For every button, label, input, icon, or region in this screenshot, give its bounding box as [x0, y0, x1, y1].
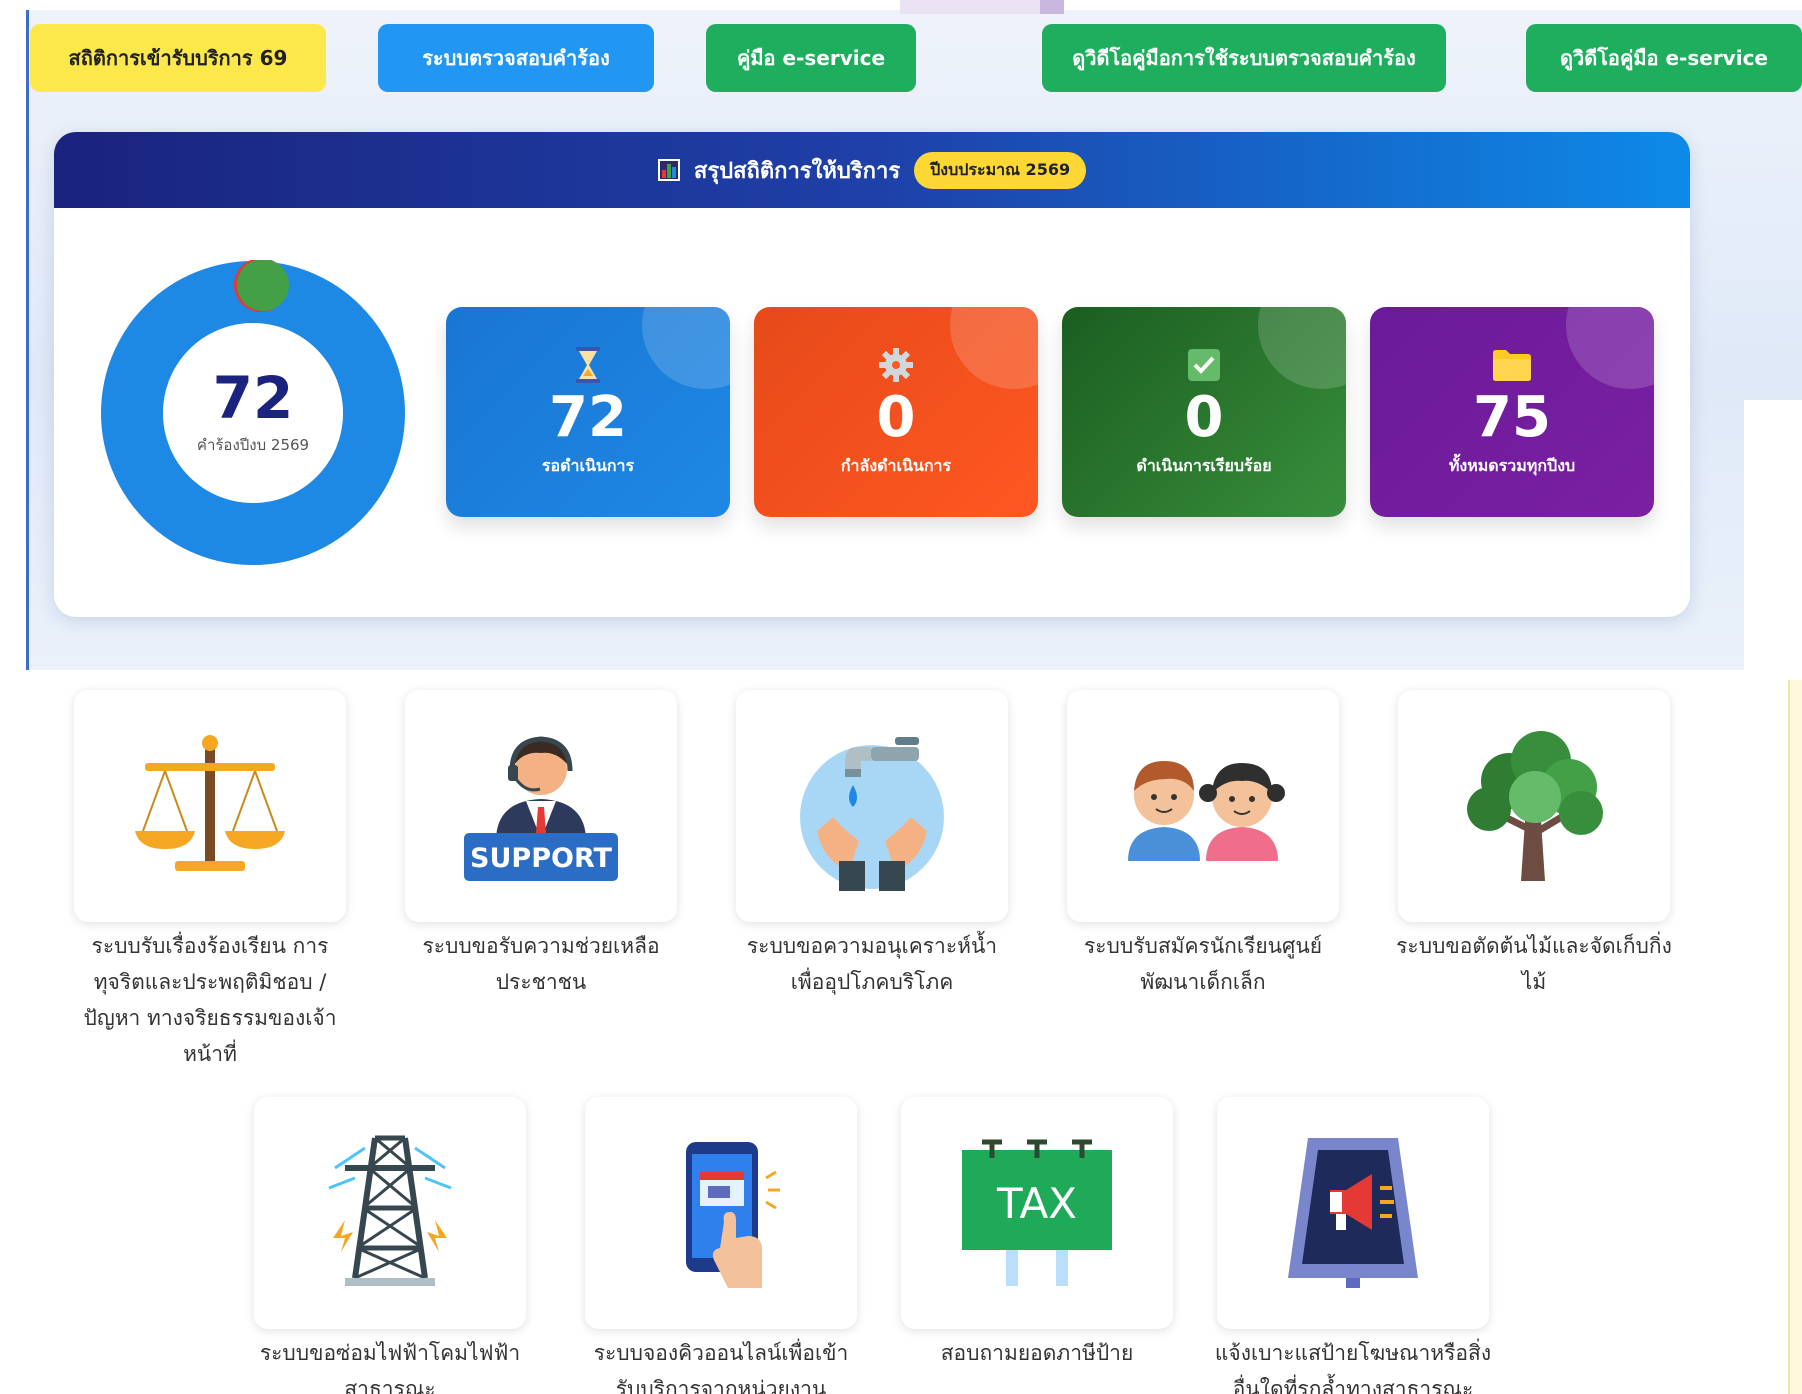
gear-icon — [878, 345, 914, 385]
service-label: แจ้งเบาะแสป้ายโฆษณาหรือสิ่ง อื่นใดที่รุก… — [1214, 1341, 1492, 1394]
service-encroaching-sign-report[interactable]: แจ้งเบาะแสป้ายโฆษณาหรือสิ่ง อื่นใดที่รุก… — [1215, 1097, 1491, 1394]
summary-header: สรุปสถิติการให้บริการ ปีงบประมาณ 2569 — [54, 132, 1690, 208]
service-label: ระบบขอรับความช่วยเหลือ ประชาชน — [422, 934, 660, 994]
support-agent-icon: SUPPORT — [464, 736, 618, 881]
service-label: สอบถามยอดภาษีป้าย — [940, 1341, 1134, 1365]
service-sign-tax-inquiry[interactable]: TAX สอบถามยอดภาษีป้าย — [901, 1097, 1173, 1371]
video-check-manual-button[interactable]: ดูวิดีโอคู่มือการใช้ระบบตรวจสอบคำร้อง — [1042, 24, 1446, 92]
power-tower-icon — [328, 1135, 452, 1286]
service-tile[interactable] — [736, 690, 1008, 922]
service-tile[interactable] — [1217, 1097, 1489, 1329]
donut-value: 72 — [212, 364, 294, 432]
video-e-service-manual-button[interactable]: ดูวิดีโอคู่มือ e-service — [1526, 24, 1802, 92]
service-tile[interactable] — [1067, 690, 1339, 922]
side-panel-edge — [1788, 680, 1802, 1394]
service-tile[interactable] — [1398, 690, 1670, 922]
tree-icon — [1467, 731, 1603, 881]
folder-icon — [1492, 345, 1532, 385]
stat-label: ดำเนินการเรียบร้อย — [1136, 455, 1272, 475]
service-tile[interactable] — [74, 690, 346, 922]
stat-value: 0 — [1184, 385, 1224, 451]
budget-year-badge: ปีงบประมาณ 2569 — [914, 151, 1087, 189]
service-citizen-support[interactable]: SUPPORT ระบบขอรับความช่วยเหลือ ประชาชน — [405, 690, 677, 1000]
service-label: ระบบจองคิวออนไลน์เพื่อเข้า รับบริการจากห… — [593, 1341, 849, 1394]
svg-text:SUPPORT: SUPPORT — [470, 843, 612, 874]
stat-label: รอดำเนินการ — [541, 455, 635, 475]
service-label: ระบบรับสมัครนักเรียนศูนย์ พัฒนาเด็กเล็ก — [1084, 934, 1322, 994]
service-childcare-registration[interactable]: ระบบรับสมัครนักเรียนศูนย์ พัฒนาเด็กเล็ก — [1067, 690, 1339, 1000]
donut-center: 72 คำร้องปีงบ 2569 — [100, 260, 406, 566]
service-complaint[interactable]: ระบบรับเรื่องร้องเรียน การ ทุจริตและประพ… — [74, 690, 346, 1072]
megaphone-sign-icon — [1288, 1138, 1418, 1288]
water-tap-icon — [800, 737, 944, 891]
tax-sign-icon: TAX — [962, 1139, 1112, 1286]
service-label: ระบบรับเรื่องร้องเรียน การ ทุจริตและประพ… — [83, 934, 337, 1066]
decor-strip-accent — [1040, 0, 1064, 14]
decor-strip — [900, 0, 1050, 14]
stat-value: 72 — [549, 385, 627, 451]
bar-chart-icon — [657, 159, 680, 181]
service-tile[interactable] — [254, 1097, 526, 1329]
donut-chart: 72 คำร้องปีงบ 2569 — [100, 258, 406, 566]
service-label: ระบบขอซ่อมไฟฟ้าโคมไฟฟ้า สาธารณะ — [259, 1341, 521, 1394]
summary-title: สรุปสถิติการให้บริการ — [693, 158, 901, 184]
service-label: ระบบขอความอนุเคราะห์น้ำ เพื่ออุปโภคบริโภ… — [746, 934, 998, 994]
check-icon — [1187, 345, 1221, 385]
phone-booking-icon — [686, 1142, 780, 1288]
service-water-request[interactable]: ระบบขอความอนุเคราะห์น้ำ เพื่ออุปโภคบริโภ… — [736, 690, 1008, 1000]
hourglass-icon — [574, 345, 602, 385]
summary-card: สรุปสถิติการให้บริการ ปีงบประมาณ 2569 72… — [54, 132, 1690, 617]
stat-card-done: 0 ดำเนินการเรียบร้อย — [1062, 307, 1346, 517]
donut-caption: คำร้องปีงบ 2569 — [196, 436, 310, 454]
decor-right-panel — [1744, 400, 1802, 670]
stat-card-total: 75 ทั้งหมดรวมทุกปีงบ — [1370, 307, 1654, 517]
stat-card-waiting: 72 รอดำเนินการ — [446, 307, 730, 517]
service-streetlight-repair[interactable]: ระบบขอซ่อมไฟฟ้าโคมไฟฟ้า สาธารณะ — [254, 1097, 526, 1394]
check-request-button[interactable]: ระบบตรวจสอบคำร้อง — [378, 24, 654, 92]
stat-label: ทั้งหมดรวมทุกปีงบ — [1448, 455, 1576, 475]
stat-value: 75 — [1473, 385, 1551, 451]
stat-card-in-progress: 0 กำลังดำเนินการ — [754, 307, 1038, 517]
service-tree-cutting[interactable]: ระบบขอตัดต้นไม้และจัดเก็บกิ่ง ไม้ — [1396, 690, 1672, 1000]
service-online-queue[interactable]: ระบบจองคิวออนไลน์เพื่อเข้า รับบริการจากห… — [585, 1097, 857, 1394]
svg-text:TAX: TAX — [996, 1179, 1077, 1228]
children-icon — [1128, 761, 1285, 861]
scales-icon — [135, 735, 285, 871]
service-tile[interactable]: SUPPORT — [405, 690, 677, 922]
e-service-manual-button[interactable]: คู่มือ e-service — [706, 24, 916, 92]
service-label: ระบบขอตัดต้นไม้และจัดเก็บกิ่ง ไม้ — [1396, 934, 1672, 994]
stat-value: 0 — [876, 385, 916, 451]
service-tile[interactable] — [585, 1097, 857, 1329]
service-tile[interactable]: TAX — [901, 1097, 1173, 1329]
stat-label: กำลังดำเนินการ — [840, 455, 952, 475]
stats-button[interactable]: สถิติการเข้ารับบริการ 69 — [30, 24, 326, 92]
